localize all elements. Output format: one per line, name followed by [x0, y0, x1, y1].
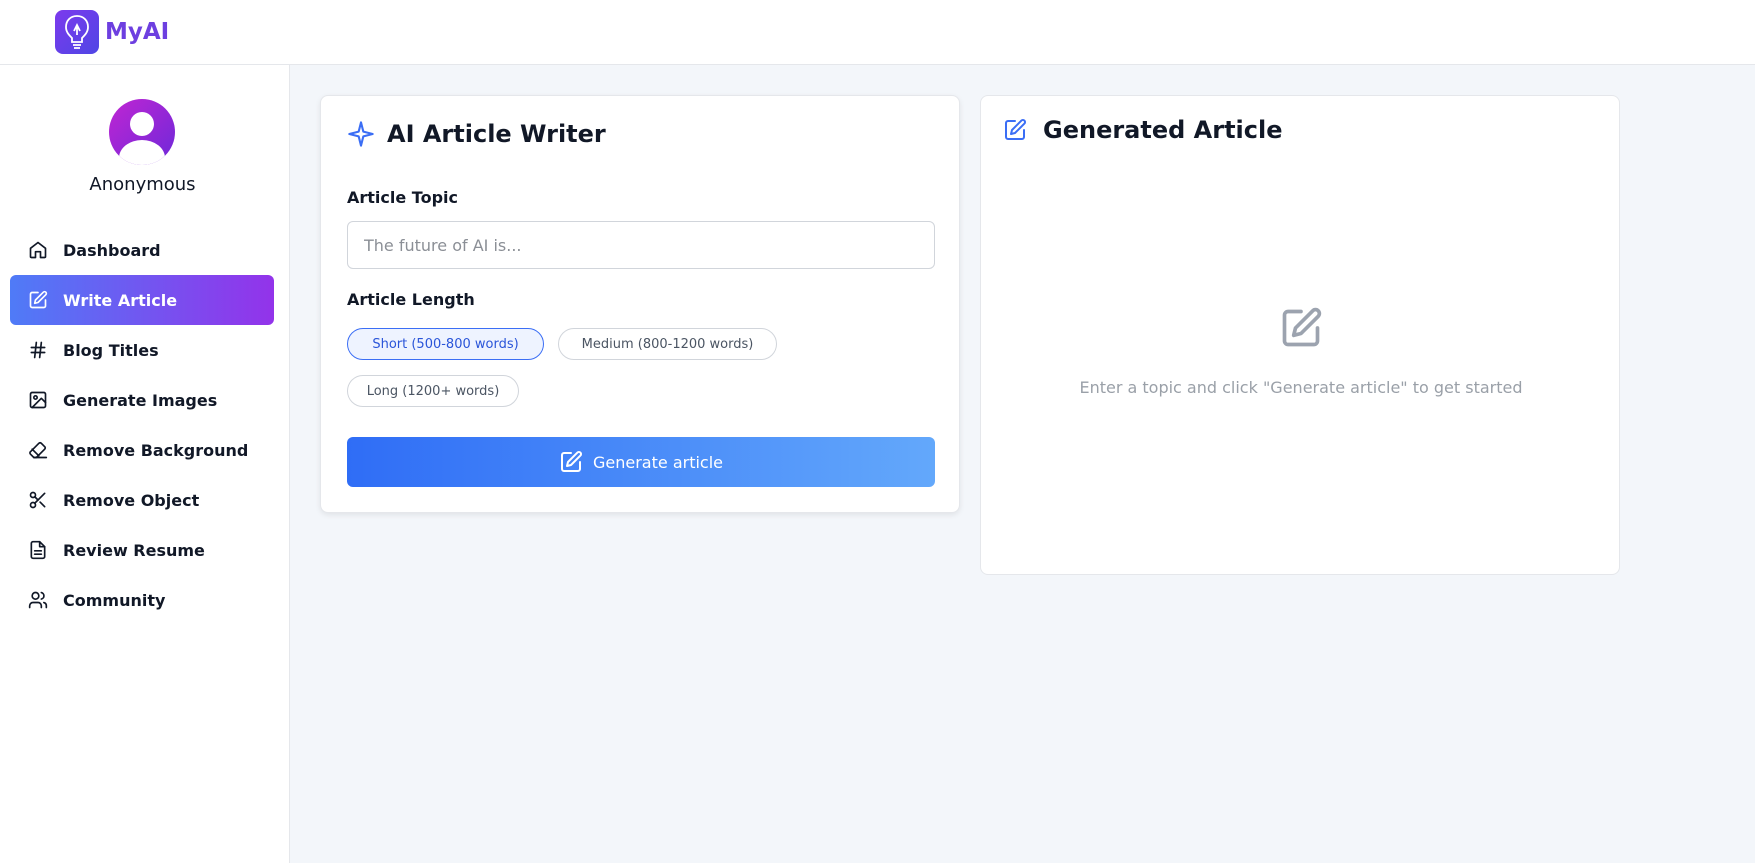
article-length-label: Article Length	[347, 290, 475, 309]
file-text-icon	[30, 540, 46, 560]
sidebar-item-remove-object[interactable]: Remove Object	[10, 475, 274, 525]
sidebar-nav: Dashboard Write Article Blog Titles Gene…	[10, 225, 274, 625]
sidebar-item-label: Write Article	[63, 290, 178, 310]
users-icon	[28, 591, 48, 609]
avatar[interactable]	[109, 99, 175, 165]
edit-icon	[29, 290, 48, 309]
home-icon	[29, 241, 47, 259]
sidebar-item-review-resume[interactable]: Review Resume	[10, 525, 274, 575]
sidebar-item-label: Remove Background	[63, 440, 249, 460]
edit-icon	[1005, 119, 1026, 140]
sidebar-item-dashboard[interactable]: Dashboard	[10, 225, 274, 275]
sidebar: Anonymous Dashboard Write Article Blog T…	[0, 65, 290, 863]
sidebar-item-label: Remove Object	[63, 490, 200, 510]
edit-icon	[561, 451, 582, 472]
edit-placeholder-icon	[1282, 307, 1322, 347]
sidebar-item-write-article[interactable]: Write Article	[10, 275, 274, 325]
sidebar-item-generate-images[interactable]: Generate Images	[10, 375, 274, 425]
logo-icon[interactable]	[55, 10, 99, 54]
sidebar-item-label: Community	[63, 590, 166, 610]
page-title: AI Article Writer	[387, 120, 606, 148]
app-name[interactable]: MyAI	[105, 19, 169, 45]
sidebar-item-community[interactable]: Community	[10, 575, 274, 625]
sidebar-item-remove-background[interactable]: Remove Background	[10, 425, 274, 475]
sidebar-item-label: Dashboard	[63, 240, 161, 260]
length-option-medium[interactable]: Medium (800-1200 words)	[558, 328, 777, 360]
generate-article-button[interactable]: Generate article	[347, 437, 935, 487]
scissors-icon	[29, 491, 46, 509]
empty-state-message: Enter a topic and click "Generate articl…	[1079, 378, 1523, 397]
article-topic-label: Article Topic	[347, 188, 458, 207]
hash-icon	[30, 341, 46, 359]
generate-article-label: Generate article	[593, 452, 723, 472]
length-option-short[interactable]: Short (500-800 words)	[347, 328, 544, 360]
generated-article-card: Generated Article Enter a topic and clic…	[980, 95, 1620, 575]
article-topic-input[interactable]	[347, 221, 935, 269]
sidebar-item-label: Generate Images	[63, 390, 218, 410]
sidebar-item-label: Review Resume	[63, 540, 205, 560]
top-bar: MyAI	[0, 0, 1755, 65]
article-writer-heading: AI Article Writer	[347, 120, 606, 148]
sidebar-item-blog-titles[interactable]: Blog Titles	[10, 325, 274, 375]
sparkle-icon	[348, 121, 374, 147]
generated-article-heading: Generated Article	[1003, 116, 1283, 144]
article-writer-card: AI Article Writer Article Topic Article …	[320, 95, 960, 513]
length-option-long[interactable]: Long (1200+ words)	[347, 375, 519, 407]
generated-article-title: Generated Article	[1043, 116, 1283, 144]
user-name: Anonymous	[89, 174, 196, 195]
sidebar-item-label: Blog Titles	[63, 340, 159, 360]
image-icon	[29, 391, 47, 409]
eraser-icon	[29, 441, 48, 459]
